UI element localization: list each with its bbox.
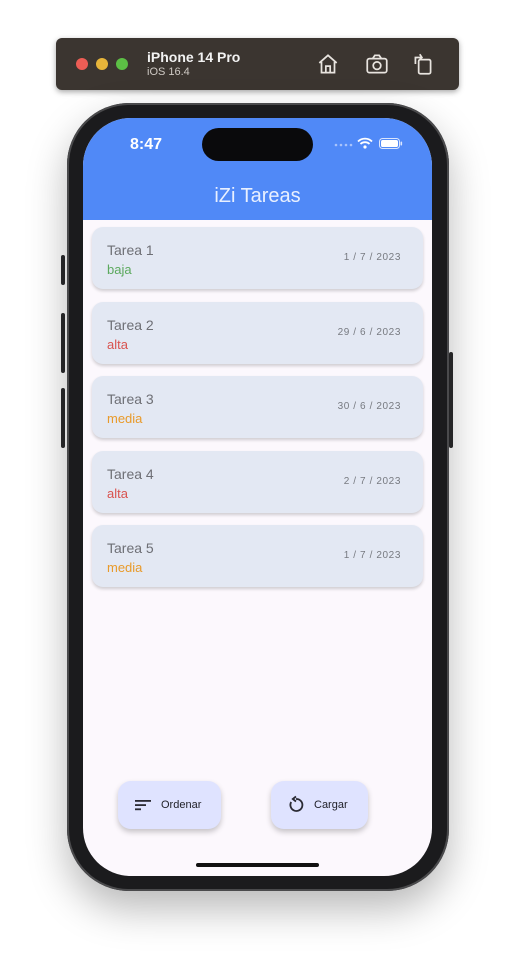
home-icon[interactable]: [315, 51, 341, 77]
wifi-icon: [357, 137, 373, 149]
minimize-window-button[interactable]: [96, 58, 108, 70]
zoom-window-button[interactable]: [116, 58, 128, 70]
task-title: Tarea 3: [107, 391, 154, 407]
screenshot-icon[interactable]: [364, 51, 390, 77]
refresh-icon: [289, 795, 304, 812]
battery-icon: [379, 138, 403, 149]
volume-down-button: [61, 388, 65, 448]
close-window-button[interactable]: [76, 58, 88, 70]
rotate-icon[interactable]: [410, 51, 436, 77]
task-date: 2 / 7 / 2023: [343, 475, 401, 487]
app-title: iZi Tareas: [214, 185, 301, 207]
phone-screen: 8:47 iZi Tareas Tarea 1 baja 1 / 7 / 2023 T…: [83, 118, 432, 876]
os-version: iOS 16.4: [147, 66, 190, 78]
app-bar: 8:47 iZi Tareas: [83, 118, 432, 220]
task-title: Tarea 2: [107, 316, 154, 333]
dynamic-island: [202, 128, 313, 161]
power-button: [449, 352, 453, 448]
task-date: 1 / 7 / 2023: [343, 252, 401, 263]
task-priority: media: [107, 411, 143, 426]
task-card[interactable]: Tarea 1 baja 1 / 7 / 2023: [92, 227, 423, 289]
home-indicator[interactable]: [196, 863, 319, 867]
load-button[interactable]: Cargar: [271, 781, 368, 829]
device-name: iPhone 14 Pro: [147, 49, 241, 65]
task-priority: alta: [107, 336, 128, 352]
task-title: Tarea 5: [107, 540, 154, 556]
task-date: 29 / 6 / 2023: [337, 326, 401, 338]
task-priority: media: [107, 560, 143, 575]
simulator-toolbar: iPhone 14 Pro iOS 16.4: [56, 38, 459, 90]
task-title: Tarea 1: [107, 242, 154, 258]
task-card[interactable]: Tarea 3 media 30 / 6 / 2023: [92, 376, 423, 438]
status-time: 8:47: [130, 136, 163, 153]
task-date: 1 / 7 / 2023: [343, 550, 401, 561]
task-list: Tarea 1 baja 1 / 7 / 2023 Tarea 2 alta 29 / 6…: [92, 227, 423, 600]
task-date: 30 / 6 / 2023: [337, 401, 401, 412]
sort-button[interactable]: Ordenar: [118, 781, 221, 829]
task-priority: alta: [107, 485, 128, 501]
volume-up-button: [61, 313, 65, 373]
task-title: Tarea 4: [107, 465, 154, 482]
task-card[interactable]: Tarea 4 alta 2 / 7 / 2023: [92, 450, 423, 513]
task-priority: baja: [107, 262, 132, 277]
task-card[interactable]: Tarea 5 media 1 / 7 / 2023: [92, 525, 423, 587]
sort-button-label: Ordenar: [161, 799, 202, 811]
action-button: [61, 255, 65, 285]
cellular-icon: [334, 143, 353, 147]
load-button-label: Cargar: [314, 799, 348, 811]
sort-icon: [135, 800, 151, 811]
task-card[interactable]: Tarea 2 alta 29 / 6 / 2023: [92, 301, 423, 364]
